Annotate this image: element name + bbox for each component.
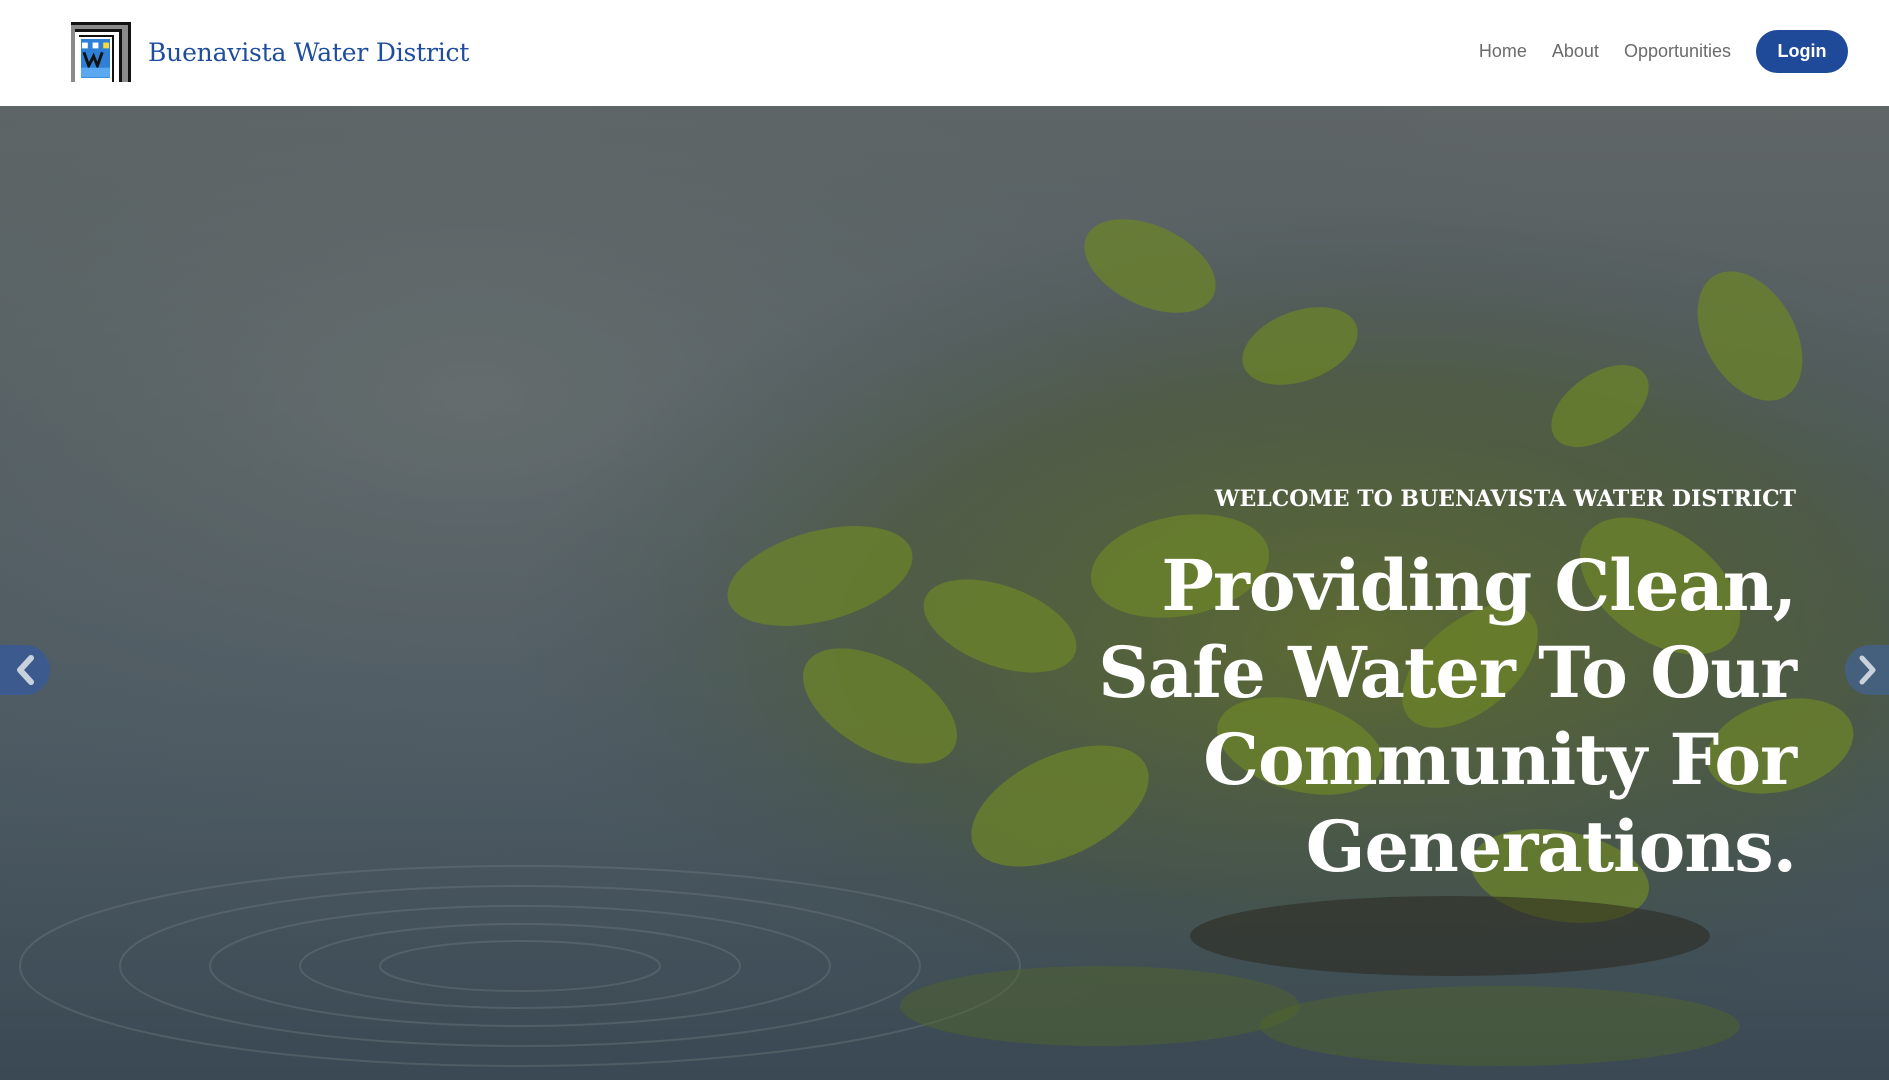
hero-carousel: WELCOME TO BUENAVISTA WATER DISTRICT Pro… — [0, 106, 1889, 1080]
hero-title: Providing Clean, Safe Water To Our Commu… — [1098, 544, 1797, 888]
login-button[interactable]: Login — [1756, 30, 1848, 73]
hero-text-block: WELCOME TO BUENAVISTA WATER DISTRICT Pro… — [996, 486, 1797, 890]
bwd-logo-icon — [71, 22, 131, 82]
main-nav: Home About Opportunities Login — [1479, 30, 1848, 73]
nav-opportunities-link[interactable]: Opportunities — [1624, 41, 1731, 62]
nav-home-link[interactable]: Home — [1479, 41, 1527, 62]
carousel-prev-button[interactable] — [0, 645, 50, 695]
top-navbar: Buenavista Water District Home About Opp… — [0, 0, 1889, 106]
chevron-right-icon — [1859, 655, 1876, 685]
brand-name: Buenavista Water District — [148, 37, 470, 67]
carousel-next-button[interactable] — [1845, 645, 1889, 695]
brand[interactable]: Buenavista Water District — [71, 22, 469, 82]
nav-about-link[interactable]: About — [1552, 41, 1599, 62]
chevron-left-icon — [17, 655, 34, 685]
hero-kicker: WELCOME TO BUENAVISTA WATER DISTRICT — [1214, 486, 1796, 512]
